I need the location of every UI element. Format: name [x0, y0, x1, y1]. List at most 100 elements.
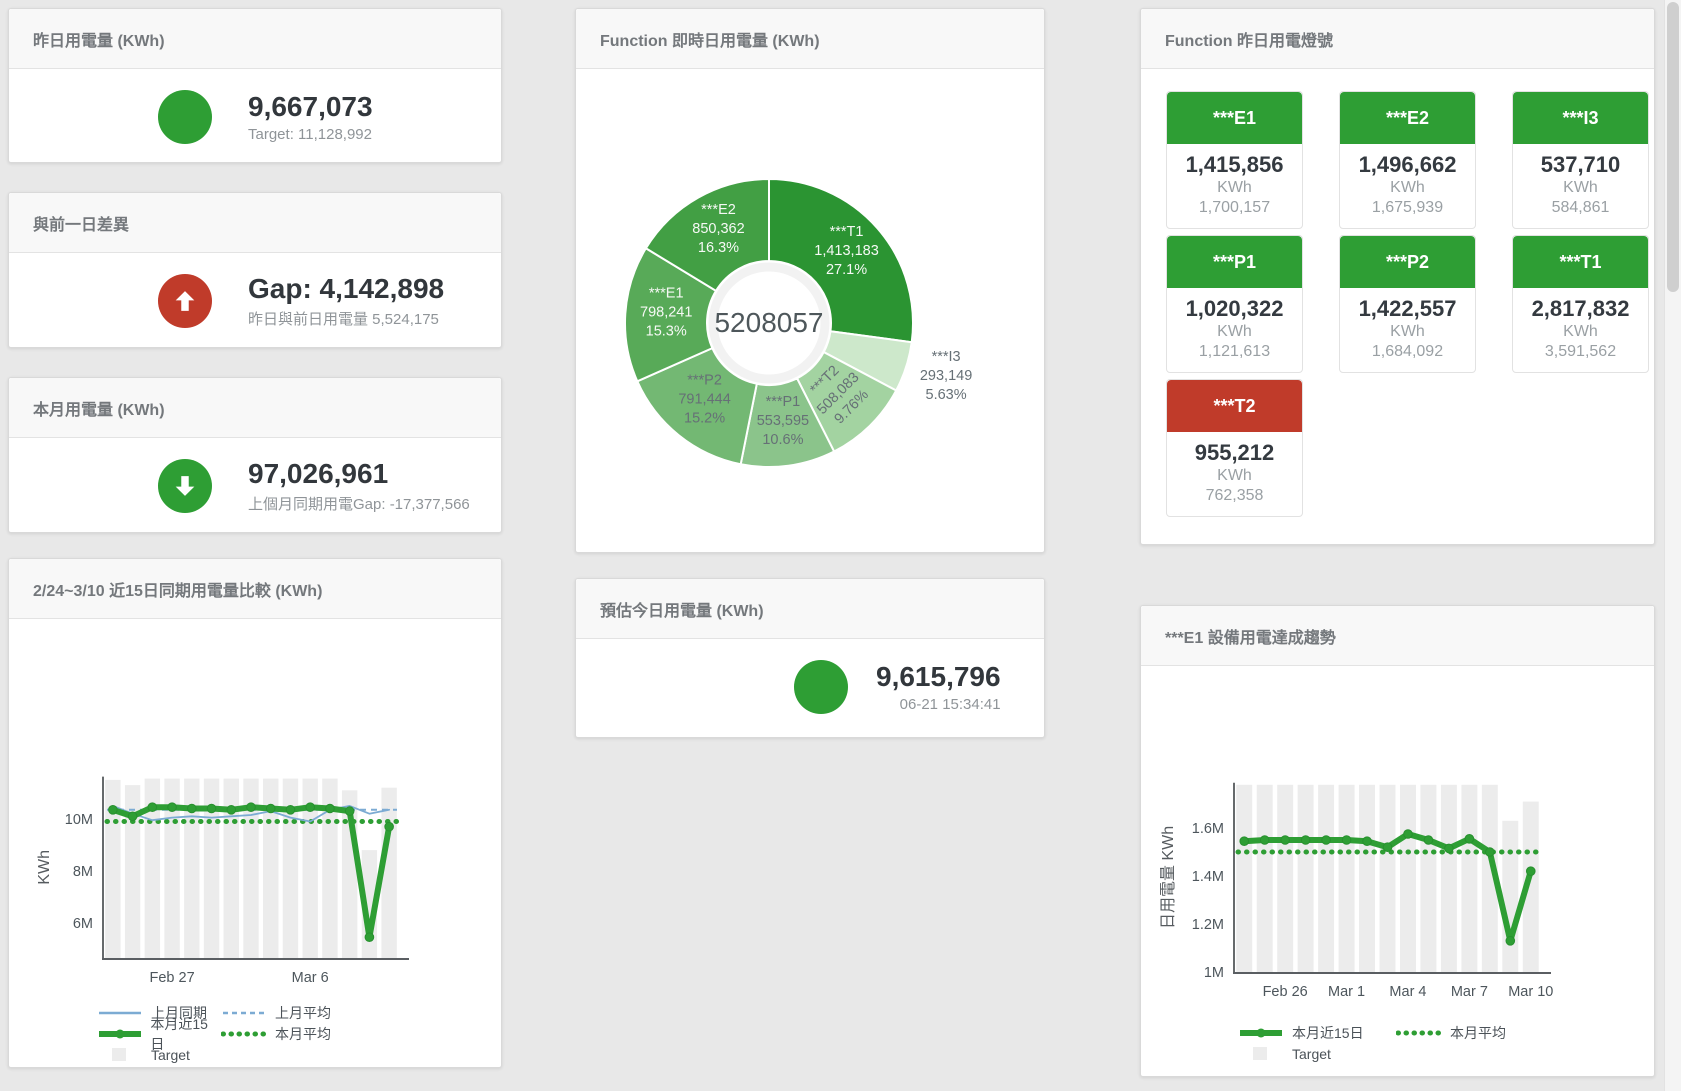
legend-item[interactable]: 本月近15日 [1238, 1023, 1396, 1043]
panel-status-lights: Function 昨日用電燈號 ***E11,415,856KWh1,700,1… [1140, 8, 1655, 545]
legend-item[interactable]: 本月平均 [221, 1024, 345, 1044]
legend-label: Target [151, 1047, 190, 1063]
panel-today-estimate: 預估今日用電量 (KWh) 9,615,796 06-21 15:34:41 [575, 578, 1045, 738]
legend-swatch-icon [1396, 1025, 1442, 1040]
svg-text:Mar 7: Mar 7 [1451, 984, 1488, 1000]
legend-swatch-icon [97, 1047, 143, 1062]
tile-unit: KWh [1340, 322, 1475, 342]
comparison-chart: 6M 8M 10M Feb 27 Mar 6 KWh [9, 619, 501, 996]
tile-value: 2,817,832 [1513, 296, 1648, 322]
legend-swatch-icon [221, 1005, 267, 1020]
panel-title: 本月用電量 (KWh) [9, 378, 501, 438]
donut-center-value: 5208057 [714, 307, 823, 338]
svg-text:Feb 27: Feb 27 [149, 970, 194, 986]
svg-text:Mar 4: Mar 4 [1389, 984, 1426, 1000]
green-status-circle-icon [794, 660, 848, 714]
legend-swatch-icon [1238, 1025, 1284, 1040]
status-tile: ***T12,817,832KWh3,591,562 [1512, 235, 1649, 373]
tile-target: 3,591,562 [1513, 342, 1648, 362]
legend-swatch-icon [1238, 1046, 1284, 1061]
legend-label: 本月平均 [1450, 1023, 1506, 1043]
panel-title: Function 即時日用電量 (KWh) [576, 9, 1044, 69]
donut-svg: ***T11,413,18327.1%***I3293,1495.63%***T… [576, 69, 1046, 554]
comparison-legend: 上月同期上月平均本月近15日本月平均Target [9, 1002, 501, 1065]
panel-title: 與前一日差異 [9, 193, 501, 253]
tile-unit: KWh [1513, 322, 1648, 342]
legend-item[interactable]: 上月平均 [221, 1003, 345, 1023]
status-tile: ***T2955,212KWh762,358 [1166, 379, 1303, 517]
cmpChart-svg: 6M 8M 10M Feb 27 Mar 6 KWh [9, 619, 503, 991]
stat-value: 97,026,961 [248, 458, 470, 490]
stat-value: 9,615,796 [876, 661, 1001, 693]
panel-title: ***E1 設備用電達成趨勢 [1141, 606, 1654, 666]
panel-yesterday-usage: 昨日用電量 (KWh) 9,667,073 Target: 11,128,992 [8, 8, 502, 163]
svg-text:***I3293,1495.63%: ***I3293,1495.63% [920, 349, 972, 403]
tile-header: ***P1 [1167, 236, 1302, 288]
legend-item[interactable]: Target [97, 1047, 221, 1063]
panel-title: 昨日用電量 (KWh) [9, 9, 501, 69]
panel-day-gap: 與前一日差異 Gap: 4,142,898 昨日與前日用電量 5,524,175 [8, 192, 502, 348]
stat-value: Gap: 4,142,898 [248, 273, 444, 305]
tile-unit: KWh [1167, 466, 1302, 486]
tile-unit: KWh [1340, 178, 1475, 198]
svg-text:1.2M: 1.2M [1192, 917, 1224, 933]
svg-text:8M: 8M [73, 864, 93, 880]
tile-target: 1,675,939 [1340, 198, 1475, 218]
down-arrow-icon [158, 459, 212, 513]
status-tile: ***P11,020,322KWh1,121,613 [1166, 235, 1303, 373]
tile-value: 1,020,322 [1167, 296, 1302, 322]
tile-target: 584,861 [1513, 198, 1648, 218]
tile-target: 1,684,092 [1340, 342, 1475, 362]
svg-text:日用電量 KWh: 日用電量 KWh [1160, 826, 1177, 929]
stat-subtitle: 昨日與前日用電量 5,524,175 [248, 308, 444, 329]
green-status-circle-icon [158, 90, 212, 144]
scrollbar-thumb[interactable] [1667, 2, 1679, 292]
lights-grid: ***E11,415,856KWh1,700,157 ***E2 1,496,662… [1141, 69, 1654, 539]
legend-label: 本月平均 [275, 1024, 331, 1044]
svg-text:KWh: KWh [36, 850, 53, 885]
panel-realtime-donut: Function 即時日用電量 (KWh) ***T11,413,18327.1… [575, 8, 1045, 553]
tile-value: 537,710 [1513, 152, 1648, 178]
svg-text:10M: 10M [65, 812, 93, 828]
donut-chart: ***T11,413,18327.1%***I3293,1495.63%***T… [576, 69, 1044, 559]
stat-value: 9,667,073 [248, 91, 373, 123]
panel-e1-trend: ***E1 設備用電達成趨勢 1M1.2M1.4M1.6MFeb 26Mar 1… [1140, 605, 1655, 1077]
legend-swatch-icon [97, 1026, 142, 1041]
tile-header: ***E1 [1167, 92, 1302, 144]
panel-title: 預估今日用電量 (KWh) [576, 579, 1044, 639]
tile-value: 1,496,662 [1340, 152, 1475, 178]
svg-text:1.6M: 1.6M [1192, 821, 1224, 837]
stat-subtitle: Target: 11,128,992 [248, 126, 373, 143]
tile-header: ***P2 [1340, 236, 1475, 288]
tile-header: ***E2 [1340, 92, 1475, 144]
tile-header: ***T2 [1167, 380, 1302, 432]
svg-text:Mar 6: Mar 6 [292, 970, 329, 986]
tile-target: 1,700,157 [1167, 198, 1302, 218]
tile-unit: KWh [1513, 178, 1648, 198]
legend-item[interactable]: Target [1238, 1046, 1396, 1062]
panel-title: 2/24~3/10 近15日同期用電量比較 (KWh) [9, 559, 501, 619]
legend-swatch-icon [221, 1026, 267, 1041]
dashboard: 昨日用電量 (KWh) 9,667,073 Target: 11,128,992… [0, 0, 1681, 1091]
svg-text:Feb 26: Feb 26 [1263, 984, 1308, 1000]
svg-text:Mar 10: Mar 10 [1508, 984, 1553, 1000]
legend-label: Target [1292, 1046, 1331, 1062]
panel-15day-comparison: 2/24~3/10 近15日同期用電量比較 (KWh) 6M 8M 10M Feb 2… [8, 558, 502, 1068]
trend-chart: 1M1.2M1.4M1.6MFeb 26Mar 1Mar 4Mar 7Mar 1… [1141, 666, 1654, 1016]
trendChart-svg: 1M1.2M1.4M1.6MFeb 26Mar 1Mar 4Mar 7Mar 1… [1141, 666, 1656, 1011]
stat-subtitle: 06-21 15:34:41 [876, 696, 1001, 713]
scrollbar[interactable] [1664, 0, 1681, 1091]
trend-legend: 本月近15日 本月平均 Target [1141, 1022, 1654, 1064]
svg-text:1.4M: 1.4M [1192, 869, 1224, 885]
tile-value: 1,422,557 [1340, 296, 1475, 322]
svg-text:6M: 6M [73, 916, 93, 932]
tile-unit: KWh [1167, 322, 1302, 342]
status-tile: ***P2 1,422,557KWh1,684,092 [1339, 235, 1476, 373]
stat-subtitle: 上個月同期用電Gap: -17,377,566 [248, 493, 470, 514]
panel-month-usage: 本月用電量 (KWh) 97,026,961 上個月同期用電Gap: -17,3… [8, 377, 502, 533]
panel-title: Function 昨日用電燈號 [1141, 9, 1654, 69]
status-tile: ***E11,415,856KWh1,700,157 [1166, 91, 1303, 229]
status-tile: ***I3537,710KWh584,861 [1512, 91, 1649, 229]
legend-label: 上月平均 [275, 1003, 331, 1023]
legend-item[interactable]: 本月平均 [1396, 1023, 1554, 1043]
